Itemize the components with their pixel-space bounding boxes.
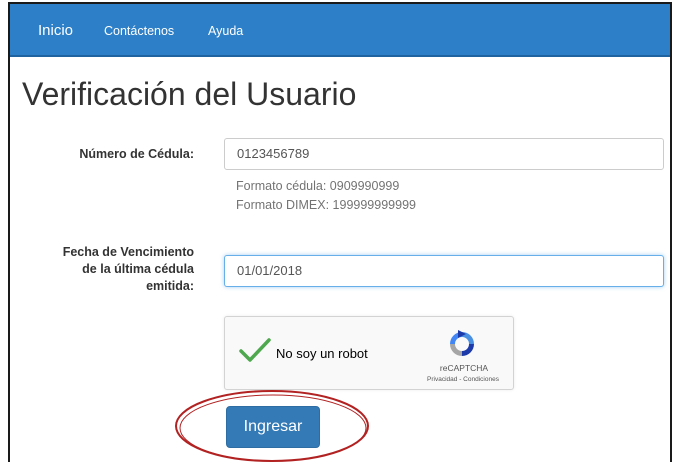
submit-button[interactable]: Ingresar [226,406,320,448]
expiry-date-label: Fecha de Vencimiento de la última cédula… [62,245,194,293]
recaptcha-brand: reCAPTCHA [439,363,489,373]
page-title: Verificación del Usuario [22,76,357,112]
browser-frame: Inicio Contáctenos Ayuda Verificación de… [8,2,672,462]
navbar: Inicio Contáctenos Ayuda [10,4,670,57]
dimex-format-help: Formato DIMEX: 199999999999 [236,198,416,212]
recaptcha-label: No soy un robot [276,346,368,361]
nav-help-link[interactable]: Ayuda [208,24,243,38]
recaptcha-privacy-links[interactable]: Privacidad - Condiciones [413,376,513,383]
checkmark-icon[interactable] [239,337,271,363]
expiry-date-input[interactable]: 01/01/2018 [224,255,664,287]
cedula-input[interactable]: 0123456789 [224,138,664,170]
nav-home-link[interactable]: Inicio [38,22,73,39]
recaptcha-logo-icon [450,330,474,356]
cedula-label: Número de Cédula: [79,147,194,161]
cedula-format-help: Formato cédula: 0909990999 [236,179,400,193]
nav-contact-link[interactable]: Contáctenos [104,24,174,38]
recaptcha-widget[interactable]: No soy un robot reCAPTCHA Privacidad - C… [224,316,514,390]
